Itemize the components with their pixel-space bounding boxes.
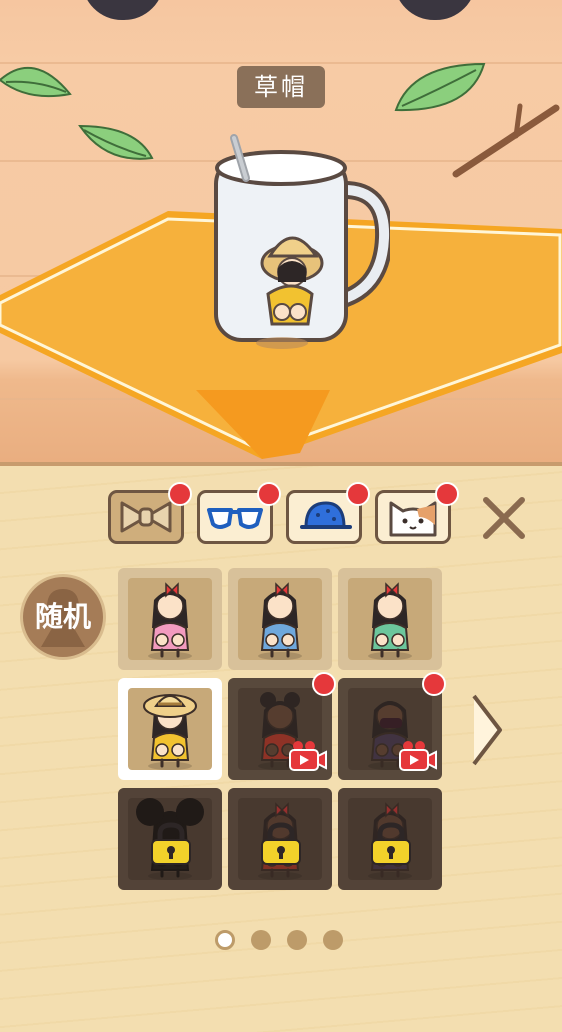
video-camera-icon: [399, 741, 437, 771]
twig-icon: [452, 103, 560, 178]
notification-dot: [312, 672, 336, 696]
random-button[interactable]: 随机: [20, 574, 106, 660]
video-camera-icon: [289, 741, 327, 771]
padlock-icon: [151, 822, 191, 865]
scene-view: 草帽: [0, 0, 562, 470]
outfit-cell[interactable]: [228, 568, 332, 670]
cat-ear-right: [394, 0, 476, 20]
padlock-icon: [261, 822, 301, 865]
glasses-icon: [207, 508, 263, 529]
close-icon[interactable]: [480, 494, 528, 542]
cap-icon: [300, 501, 352, 529]
padlock-icon: [371, 822, 411, 865]
page-dot[interactable]: [323, 930, 343, 950]
cat-face-icon: [389, 501, 437, 537]
notification-dot: [435, 482, 459, 506]
notification-dot: [422, 672, 446, 696]
random-button-face: 随机: [23, 577, 103, 657]
outfit-name-label: 草帽: [237, 66, 325, 108]
leaf-icon: [78, 124, 154, 160]
random-label: 随机: [34, 600, 91, 633]
leaf-icon: [0, 66, 72, 98]
bow-icon: [120, 501, 172, 533]
page-dot[interactable]: [251, 930, 271, 950]
page-dot[interactable]: [215, 930, 235, 950]
cat-ear-left: [82, 0, 164, 20]
outfit-cell[interactable]: [338, 568, 442, 670]
outfit-cell[interactable]: [118, 678, 222, 780]
notification-dot: [346, 482, 370, 506]
outfit-cell[interactable]: [118, 568, 222, 670]
outfit-cell[interactable]: [118, 788, 222, 890]
mug-icon: [214, 134, 390, 349]
outfit-cell[interactable]: [338, 788, 442, 890]
outfit-cell[interactable]: [228, 788, 332, 890]
notification-dot: [257, 482, 281, 506]
next-page-arrow-icon[interactable]: [468, 690, 506, 770]
page-dot[interactable]: [287, 930, 307, 950]
notification-dot: [168, 482, 192, 506]
